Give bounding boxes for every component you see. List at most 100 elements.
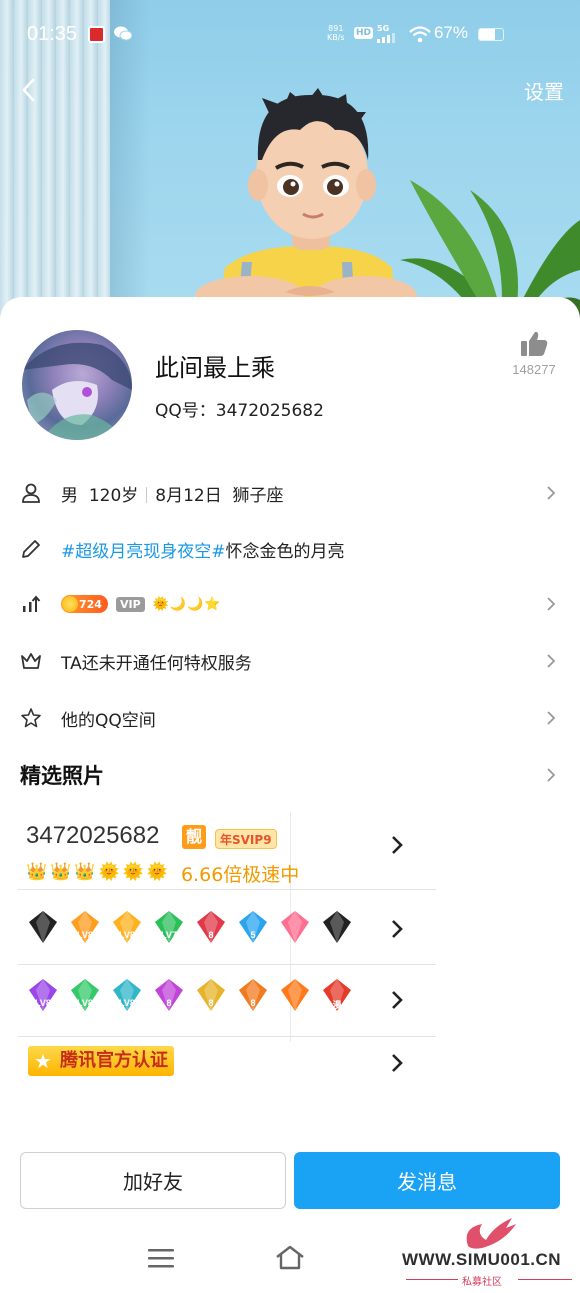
profile-card [0,297,580,1293]
hd-voice-icon: HD [354,27,374,39]
privilege-row[interactable]: TA还未开通任何特权服务 [0,641,580,681]
battery-icon [478,28,504,41]
avatar-illustration [22,342,132,440]
network-type: 5G [377,24,390,33]
status-bar: 01:35 891 KB/s HD 5G 67% [0,0,580,66]
chevron-right-icon [547,597,556,611]
badge-icon: LV8 [108,976,146,1014]
signature-body: 怀念金色的月亮 [225,541,345,562]
notification-app-icon [88,26,105,43]
person-icon [22,483,40,503]
badge-label: 漫 [332,1000,342,1010]
badge-icon: 8 [192,976,230,1014]
badge-row-2: LV8 LV8 LV8 8 8 8 漫 [24,976,356,1014]
gender: 男 [61,485,78,506]
watermark-line-right [518,1279,572,1280]
signature-hashtag[interactable]: #超级月亮现身夜空# [61,542,226,562]
badge-label: 8 [166,998,172,1008]
qq-number-line: QQ号：3472025682 [155,396,324,421]
privilege-text: TA还未开通任何特权服务 [61,653,252,674]
qzone-row[interactable]: 他的QQ空间 [0,698,580,738]
birthday: 8月12日 [155,485,222,506]
badge-icon: LV8 [24,976,62,1014]
send-message-button[interactable]: 发消息 [294,1152,560,1209]
battery-level [479,29,496,40]
like-button[interactable]: 148277 [508,330,560,377]
back-arrow-icon[interactable] [18,76,40,104]
menu-icon[interactable] [148,1248,174,1268]
qq-level-badge: 724 [61,595,108,613]
badge-icon: 8 [234,976,272,1014]
speed-text: 6.66倍极速中 [181,864,300,886]
crown-icons: 👑👑👑🌞🌞🌞 [26,862,172,882]
vip-badge: VIP [115,596,145,612]
wifi-icon [409,26,431,43]
like-count: 148277 [512,362,556,377]
basic-info-text: 男 120岁 8月12日 狮子座 [61,481,284,506]
basic-info-row[interactable]: 男 120岁 8月12日 狮子座 [0,473,580,513]
crown-icon [21,653,41,669]
photo-separator [18,889,436,890]
photos-section-title: 精选照片 [20,764,104,788]
qzone-text: 他的QQ空间 [61,710,156,731]
badge-label: LV8 [35,998,51,1008]
badge-label: LV8 [119,930,135,940]
watermark-subtitle: 私募社区 [462,1277,502,1288]
liang-badge: 靓 [182,825,206,849]
badge-label: LV8 [77,998,93,1008]
qq-number-label: QQ号： [155,401,216,421]
badge-icon: LV8 [66,908,104,946]
divider [146,486,148,503]
badge-label: 8 [208,998,214,1008]
chevron-right-icon [547,486,556,500]
level-icons: 🌞🌙🌙⭐ [152,596,222,612]
chevron-right-icon [392,1054,403,1072]
badge-label: LV7 [161,930,177,940]
badge-icon [318,908,356,946]
chevron-right-icon [392,991,403,1009]
badge-icon: 8 [150,976,188,1014]
chevron-right-icon [392,836,403,854]
watermark: WWW.SIMU001.CN 私募社区 [402,1212,577,1290]
tencent-certified-badge: 腾讯官方认证 [28,1046,174,1076]
signature-text: #超级月亮现身夜空#怀念金色的月亮 [61,537,345,562]
thumbs-up-icon [521,331,548,356]
battery-percent: 67% [433,23,468,42]
pencil-icon [22,540,40,558]
chevron-right-icon [392,920,403,938]
badge-label: 8 [208,930,214,940]
badge-icon: LV8 [66,976,104,1014]
signature-row[interactable]: #超级月亮现身夜空#怀念金色的月亮 [0,529,580,569]
wechat-icon [114,26,132,41]
chevron-right-icon [547,711,556,725]
badge-icon [276,908,314,946]
badge-label: LV8 [77,930,93,940]
photo-separator [18,964,436,965]
level-row[interactable]: 724 VIP 🌞🌙🌙⭐ [0,584,580,624]
badge-label: 5 [250,930,256,940]
chevron-right-icon[interactable] [546,767,556,783]
photo-qq-number: 3472025682 [26,822,160,849]
watermark-domain: WWW.SIMU001.CN [402,1250,562,1269]
signal-icon [377,33,395,43]
qq-number: 3472025682 [215,401,324,421]
network-speed: 891 KB/s [327,24,345,42]
badge-icon [276,976,314,1014]
network-speed-unit: KB/s [327,33,345,42]
watermark-line-left [406,1279,458,1280]
age: 120岁 [88,485,139,506]
svip-badge: 年SVIP9 [215,829,277,849]
zodiac: 狮子座 [232,485,284,506]
photo-separator [18,1036,436,1037]
settings-button[interactable]: 设置 [524,76,564,105]
add-friend-button[interactable]: 加好友 [20,1152,286,1209]
avatar[interactable] [22,330,132,440]
featured-photo[interactable]: 3472025682 靓 年SVIP9 👑👑👑🌞🌞🌞 6.66倍极速中 LV8 L… [18,812,438,1092]
star-icon [21,708,41,728]
badge-icon [24,908,62,946]
badge-icon: LV7 [150,908,188,946]
chevron-right-icon [547,654,556,668]
badge-row-1: LV8 LV8 LV7 8 5 [24,908,356,946]
level-badges: 724 VIP 🌞🌙🌙⭐ [61,594,221,614]
home-icon[interactable] [274,1244,306,1270]
